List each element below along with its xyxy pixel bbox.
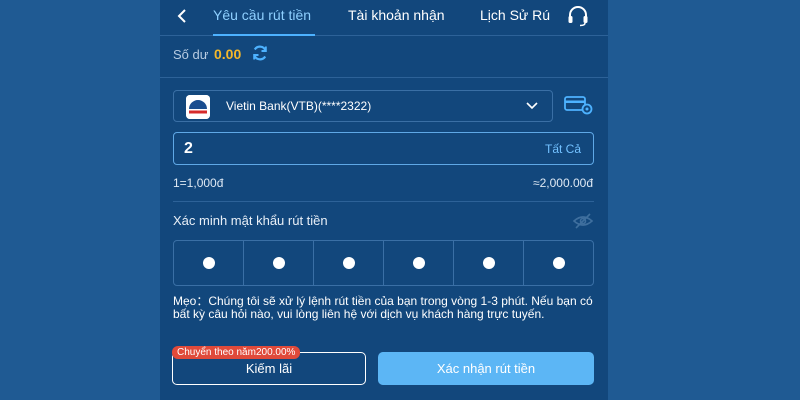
- exchange-rate: 1=1,000đ: [173, 176, 224, 190]
- refresh-icon: [253, 45, 267, 61]
- converted-amount: ≈2,000.00đ: [533, 176, 593, 190]
- bank-select-dropdown[interactable]: Vietin Bank(VTB)(****2322): [173, 90, 553, 122]
- tip-text: Mẹo：Chúng tôi sẽ xử lý lệnh rút tiền của…: [173, 294, 593, 321]
- balance-label: Số dư: [173, 47, 209, 62]
- amount-field: Tất Cả: [173, 132, 594, 165]
- pin-dot: [272, 257, 285, 269]
- support-button[interactable]: [566, 4, 590, 28]
- pin-cell[interactable]: [454, 241, 524, 285]
- password-label: Xác minh mật khẩu rút tiền: [173, 213, 328, 228]
- card-settings-icon: [564, 96, 593, 115]
- tab-receiving-account[interactable]: Tài khoản nhận: [348, 0, 445, 36]
- pin-cell[interactable]: [384, 241, 454, 285]
- amount-input[interactable]: [184, 139, 484, 159]
- pin-cell[interactable]: [174, 241, 244, 285]
- chevron-down-icon: [526, 102, 538, 110]
- pin-dot: [482, 257, 495, 269]
- pin-cell[interactable]: [244, 241, 314, 285]
- pin-dot: [552, 257, 565, 269]
- pin-dot: [342, 257, 355, 269]
- vietinbank-logo-icon: [186, 95, 210, 119]
- header-tabs-bar: Yêu cầu rút tiền Tài khoản nhận Lịch Sử …: [160, 0, 608, 36]
- withdraw-screen: Yêu cầu rút tiền Tài khoản nhận Lịch Sử …: [160, 0, 608, 400]
- eye-hidden-icon: [572, 213, 594, 229]
- divider: [173, 201, 594, 202]
- promo-badge: Chuyển theo năm200.00%: [172, 346, 301, 359]
- pin-cell[interactable]: [524, 241, 593, 285]
- chevron-left-icon: [177, 9, 186, 23]
- pin-cell[interactable]: [314, 241, 384, 285]
- confirm-withdraw-button[interactable]: Xác nhận rút tiền: [378, 352, 594, 385]
- balance-value: 0.00: [214, 46, 242, 62]
- refresh-balance-button[interactable]: [250, 43, 270, 63]
- back-button[interactable]: [172, 6, 192, 26]
- pin-dot: [412, 257, 425, 269]
- tab-withdraw-request[interactable]: Yêu cầu rút tiền: [213, 0, 315, 36]
- balance-row: Số dư 0.00: [160, 36, 608, 78]
- card-settings-button[interactable]: [564, 95, 594, 115]
- pin-input[interactable]: [173, 240, 594, 286]
- all-amount-button[interactable]: Tất Cả: [545, 142, 581, 156]
- headset-icon: [568, 6, 588, 27]
- toggle-password-visibility[interactable]: [572, 212, 594, 230]
- bank-name: Vietin Bank(VTB)(****2322): [226, 99, 372, 113]
- pin-dot: [202, 257, 215, 269]
- tab-withdraw-history[interactable]: Lịch Sử Rú: [480, 0, 550, 36]
